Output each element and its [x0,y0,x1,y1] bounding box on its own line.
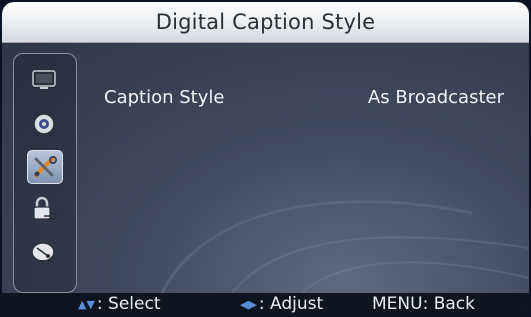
up-down-arrow-icon: ▲▼ [78,297,95,311]
audio-speaker-icon [33,112,55,135]
back-hint-label: MENU: Back [372,294,475,314]
adjust-hint-label: : Adjust [258,294,324,314]
sidebar-item-lock[interactable] [27,193,61,225]
adjust-hint: ◀▶ : Adjust [240,294,323,314]
sidebar-item-picture[interactable] [27,64,61,96]
satellite-dish-icon [31,242,55,262]
caption-style-label: Caption Style [104,87,225,108]
footer-hints: ▲▼ : Select ◀▶ : Adjust MENU: Back [2,293,529,315]
osd-window: Digital Caption Style Caption Style As B… [2,2,529,315]
sidebar-item-setup[interactable] [27,150,63,184]
back-hint: MENU: Back [372,294,475,314]
background-swirl [160,200,529,293]
page-title: Digital Caption Style [155,10,376,34]
sidebar-item-audio[interactable] [27,107,61,139]
sidebar [13,53,77,293]
main-panel: Caption Style As Broadcaster [2,43,529,293]
lock-key-icon [33,196,57,220]
select-hint-label: : Select [96,294,161,314]
caption-style-value[interactable]: As Broadcaster [368,87,504,108]
select-hint: ▲▼ : Select [78,294,161,314]
sidebar-item-channel[interactable] [27,236,61,268]
tv-picture-icon [32,70,56,89]
settings-tools-icon [34,156,57,177]
caption-style-row[interactable]: Caption Style As Broadcaster [104,87,504,113]
title-bar: Digital Caption Style [2,2,529,43]
left-right-arrow-icon: ◀▶ [240,297,257,311]
